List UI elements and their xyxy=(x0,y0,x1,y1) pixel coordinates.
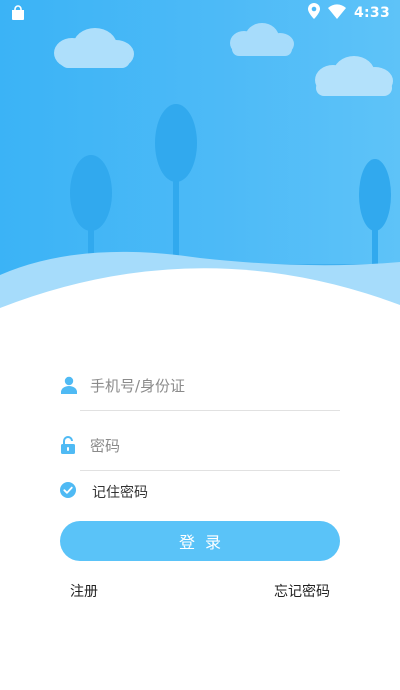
cloud-icon xyxy=(54,28,134,68)
header-illustration xyxy=(0,0,400,310)
sky-illustration xyxy=(0,23,400,310)
password-input[interactable] xyxy=(90,432,330,460)
password-divider xyxy=(80,470,340,471)
user-icon xyxy=(60,376,78,396)
status-bar: 4:33 xyxy=(0,0,400,26)
cloud-icon xyxy=(230,23,294,56)
wifi-icon xyxy=(327,3,346,23)
remember-password-toggle[interactable]: 记住密码 xyxy=(60,480,260,502)
status-time: 4:33 xyxy=(353,5,390,21)
cloud-icon xyxy=(315,56,393,96)
remember-password-label: 记住密码 xyxy=(92,485,148,501)
username-input[interactable] xyxy=(90,372,330,400)
tree-icon xyxy=(359,159,391,270)
username-field xyxy=(60,360,340,412)
unlock-icon xyxy=(60,436,78,456)
login-button[interactable]: 登录 xyxy=(60,521,340,561)
shopping-bag-icon xyxy=(10,5,26,25)
location-pin-icon xyxy=(307,3,320,23)
register-link[interactable]: 注册 xyxy=(70,581,98,601)
password-field xyxy=(60,420,340,472)
username-divider xyxy=(80,410,340,411)
tree-icon xyxy=(155,104,197,270)
check-circle-icon[interactable] xyxy=(60,482,76,498)
forgot-password-link[interactable]: 忘记密码 xyxy=(274,581,330,601)
